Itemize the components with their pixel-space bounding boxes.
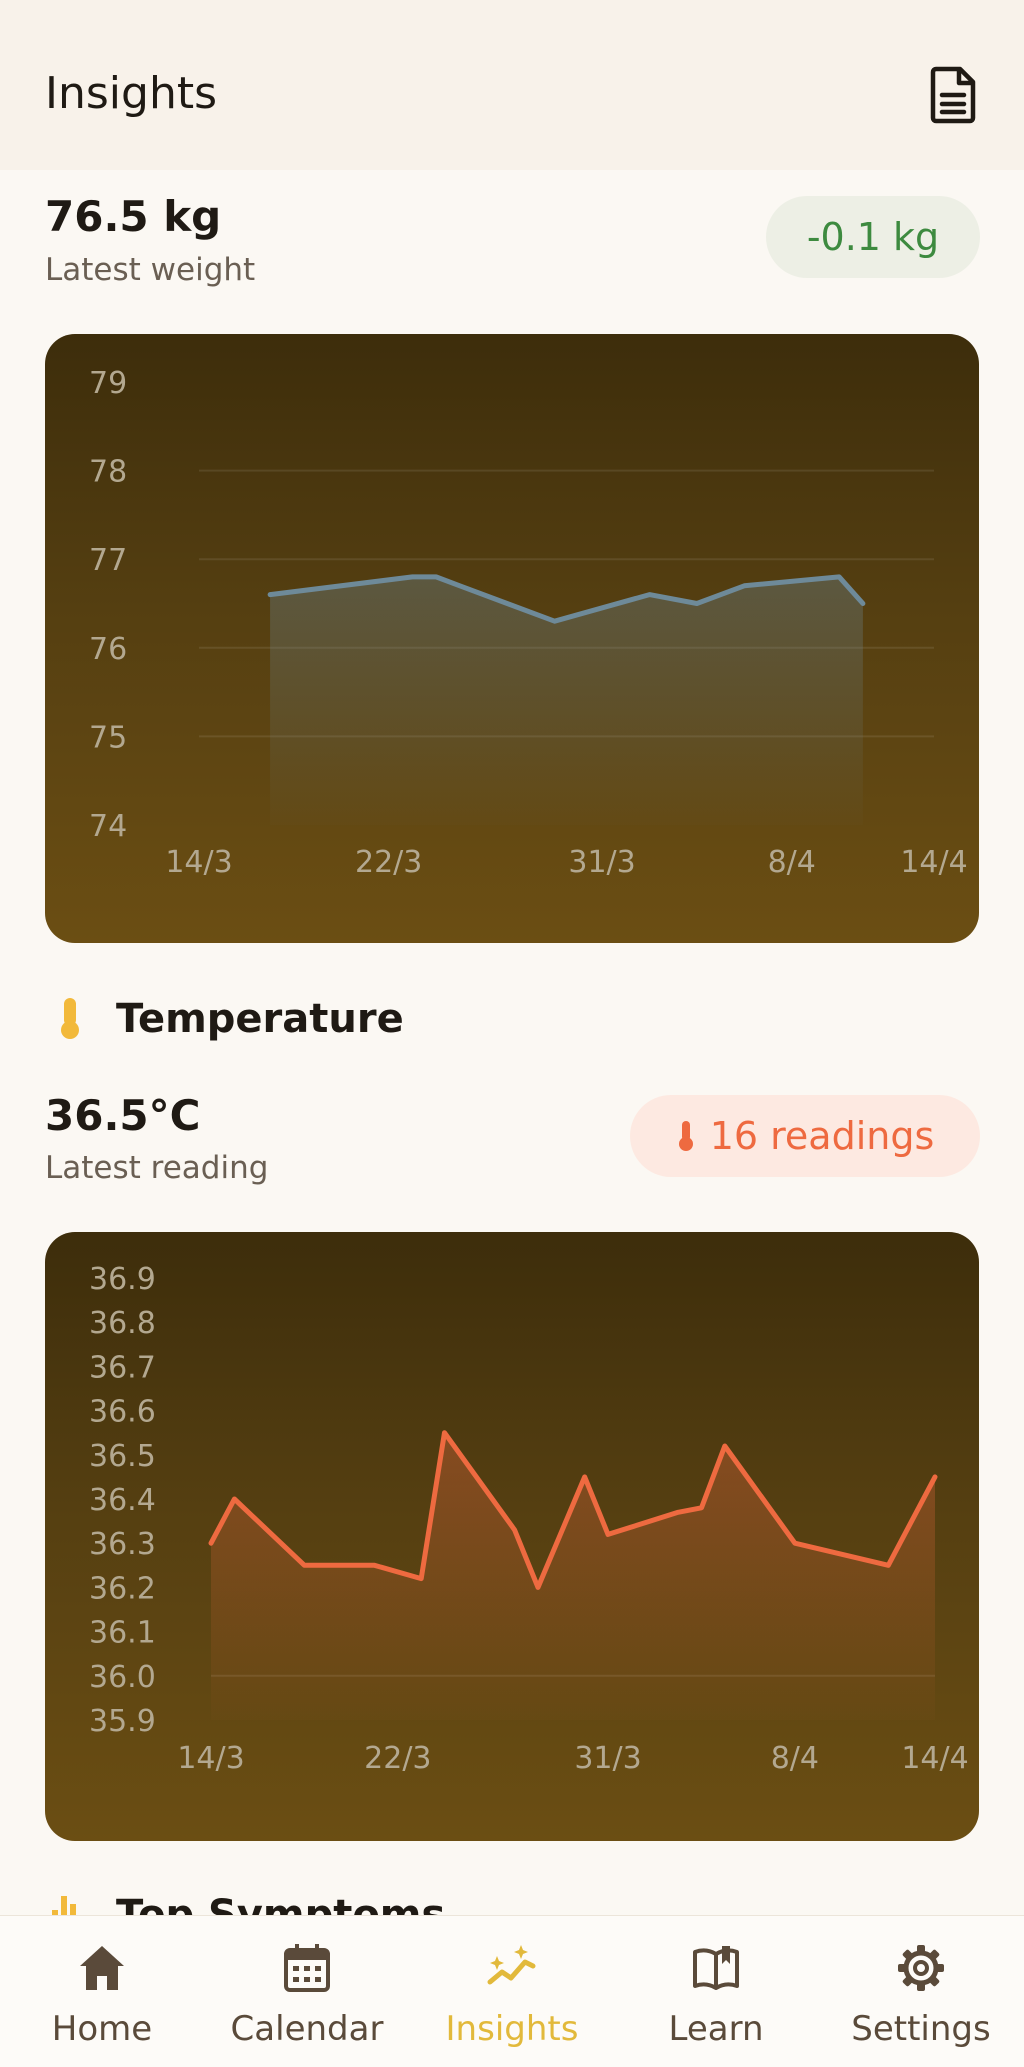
nav-calendar[interactable]: Calendar (205, 1916, 409, 2067)
nav-home-label: Home (0, 2009, 204, 2049)
bottom-navigation: Home Calendar Insights Learn (0, 1915, 1024, 2067)
weight-chart: 79 78 77 76 75 74 14/3 22/3 31/3 8/4 14/4 (45, 334, 979, 943)
nav-learn[interactable]: Learn (614, 1916, 818, 2067)
y-tick-label: 35.9 (89, 1704, 156, 1739)
x-tick-label: 8/4 (771, 1741, 819, 1776)
y-tick-label: 36.3 (89, 1527, 156, 1562)
y-tick-label: 79 (89, 366, 127, 401)
y-tick-label: 36.0 (89, 1660, 156, 1695)
temperature-label: Latest reading (45, 1150, 268, 1186)
weight-chart-svg: 79 78 77 76 75 74 14/3 22/3 31/3 8/4 14/4 (45, 334, 979, 943)
temperature-section-title: Temperature (116, 996, 404, 1042)
home-icon (77, 1942, 127, 1994)
thermometer-icon (56, 996, 84, 1040)
nav-settings[interactable]: Settings (819, 1916, 1023, 2067)
document-icon[interactable] (930, 66, 976, 124)
nav-insights[interactable]: Insights (410, 1916, 614, 2067)
x-tick-label: 14/4 (901, 1741, 968, 1776)
series-area (270, 577, 863, 825)
x-tick-label: 31/3 (568, 845, 635, 880)
nav-learn-label: Learn (614, 2009, 818, 2049)
weight-change-text: -0.1 kg (807, 215, 939, 259)
series-area (211, 1433, 935, 1720)
y-tick-label: 36.7 (89, 1350, 156, 1385)
y-tick-label: 74 (89, 809, 127, 844)
app-header: Insights (0, 0, 1024, 170)
x-tick-label: 8/4 (768, 845, 816, 880)
y-tick-label: 76 (89, 632, 127, 667)
insights-icon (487, 1942, 537, 1994)
nav-settings-label: Settings (819, 2009, 1023, 2049)
y-tick-label: 36.9 (89, 1262, 156, 1297)
readings-badge: 16 readings (630, 1095, 980, 1177)
nav-calendar-label: Calendar (205, 2009, 409, 2049)
x-tick-label: 22/3 (364, 1741, 431, 1776)
weight-change-badge: -0.1 kg (766, 196, 980, 278)
y-tick-label: 36.1 (89, 1616, 156, 1651)
temperature-value: 36.5°C (45, 1091, 200, 1140)
temperature-chart-svg: 36.9 36.8 36.7 36.6 36.5 36.4 36.3 36.2 36.1 36.0… (45, 1232, 979, 1841)
nav-insights-label: Insights (410, 2009, 614, 2049)
y-tick-label: 75 (89, 720, 127, 755)
weight-value: 76.5 kg (45, 192, 221, 241)
y-tick-label: 77 (89, 543, 127, 578)
readings-count: 16 readings (710, 1114, 935, 1158)
y-tick-label: 36.2 (89, 1571, 156, 1606)
calendar-icon (282, 1942, 332, 1994)
nav-home[interactable]: Home (0, 1916, 204, 2067)
x-tick-label: 31/3 (574, 1741, 641, 1776)
x-tick-label: 14/3 (177, 1741, 244, 1776)
y-tick-label: 36.6 (89, 1395, 156, 1430)
temperature-chart: 36.9 36.8 36.7 36.6 36.5 36.4 36.3 36.2 36.1 36.0… (45, 1232, 979, 1841)
page-title: Insights (45, 68, 217, 119)
y-tick-label: 36.4 (89, 1483, 156, 1518)
book-icon (691, 1942, 741, 1994)
y-tick-label: 36.5 (89, 1439, 156, 1474)
y-tick-label: 78 (89, 455, 127, 490)
gear-icon (896, 1942, 946, 1994)
weight-label: Latest weight (45, 252, 255, 288)
x-tick-label: 22/3 (355, 845, 422, 880)
x-tick-label: 14/3 (165, 845, 232, 880)
x-tick-label: 14/4 (900, 845, 967, 880)
y-tick-label: 36.8 (89, 1306, 156, 1341)
thermometer-icon (676, 1120, 696, 1152)
